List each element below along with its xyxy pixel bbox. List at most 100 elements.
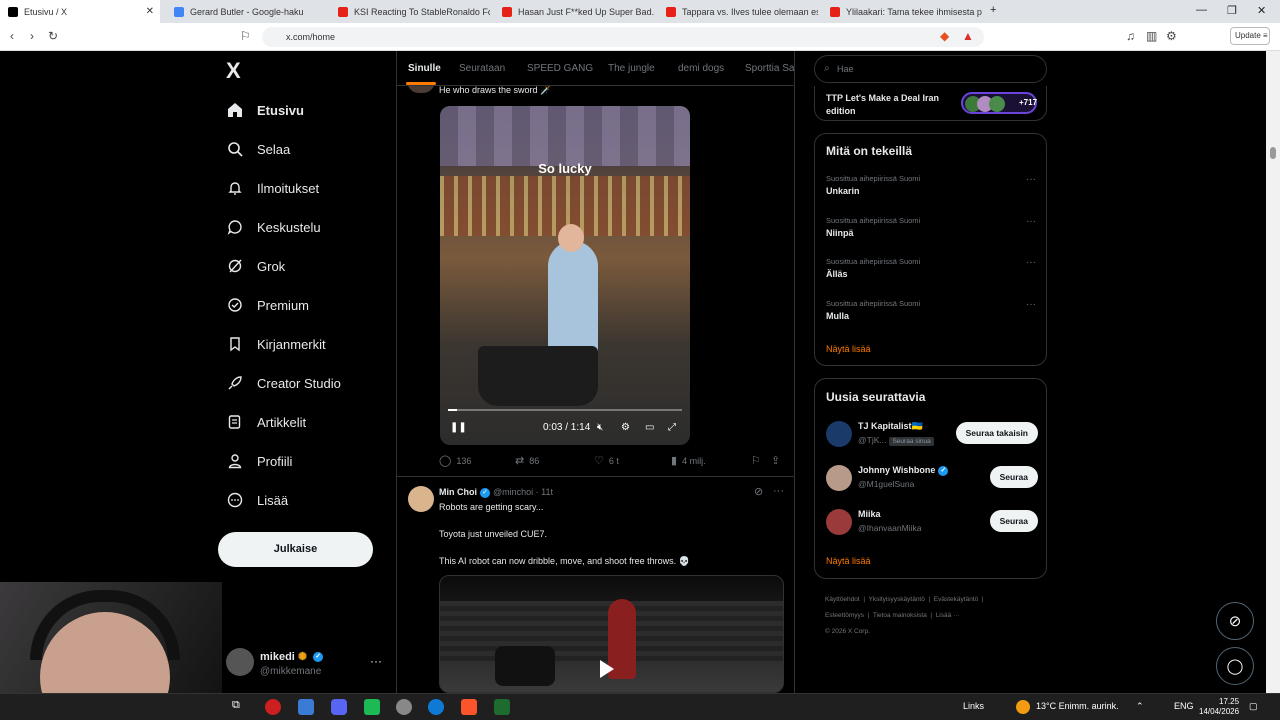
show-more-link[interactable]: Näytä lisää xyxy=(826,556,871,566)
weather-text[interactable]: 13°C Enimm. aurink. xyxy=(1036,701,1119,711)
forward-icon[interactable]: › xyxy=(30,29,34,43)
tab-speed-gang[interactable]: SPEED GANG xyxy=(527,63,593,74)
footer-link[interactable]: Yksityisyyskäytäntö xyxy=(869,596,925,603)
share-button[interactable]: ⇪ xyxy=(771,454,785,467)
more-dots-icon[interactable]: ··· xyxy=(1026,299,1036,310)
sidebar-item-chat[interactable]: Keskustelu xyxy=(226,214,321,240)
minimize-icon[interactable]: — xyxy=(1196,4,1207,16)
tray-chevron-icon[interactable]: ⌃ xyxy=(1136,701,1144,712)
trend-item[interactable]: Suosittua aihepiirissä Suomi Niinpä ··· xyxy=(826,216,1036,238)
more-dots-icon[interactable]: ··· xyxy=(1026,216,1036,227)
sidebar-item-creator-studio[interactable]: Creator Studio xyxy=(226,370,341,396)
more-dots-icon[interactable]: ··· xyxy=(1026,257,1036,268)
app-icon[interactable] xyxy=(494,699,510,715)
music-icon[interactable]: ♫ xyxy=(1126,29,1135,43)
browser-tab[interactable]: Hasan Just F**ked Up Super Bad... xyxy=(494,0,654,23)
footer-link[interactable]: Käyttöehdot xyxy=(825,596,860,603)
pip-icon[interactable]: ▭ xyxy=(645,422,654,433)
sidebar-icon[interactable]: ▥ xyxy=(1146,29,1157,43)
video-player[interactable]: So lucky ❚❚ 0:03 / 1:14 🔇︎ ⚙ ▭ ⤢ xyxy=(440,106,690,445)
author-handle[interactable]: @minchoi xyxy=(493,487,533,497)
task-view-icon[interactable]: ⧉ xyxy=(232,699,248,715)
links-toolbar[interactable]: Links xyxy=(963,701,984,711)
views-button[interactable]: ▮ 4 milj. xyxy=(671,454,706,467)
scrollbar-thumb[interactable] xyxy=(1270,147,1276,159)
tab-demi-dogs[interactable]: demi dogs xyxy=(678,63,724,74)
sidebar-item-bookmarks[interactable]: Kirjanmerkit xyxy=(226,331,326,357)
sidebar-item-home[interactable]: Etusivu xyxy=(226,97,304,123)
app-icon[interactable] xyxy=(364,699,380,715)
more-dots-icon[interactable]: ··· xyxy=(370,654,382,668)
browser-tab[interactable]: KSI Reacting To StableRonaldo For 3... xyxy=(330,0,490,23)
discord-icon[interactable] xyxy=(331,699,347,715)
video-progress-bar[interactable] xyxy=(448,409,682,411)
brave-shield-icon[interactable]: ◆ xyxy=(940,29,949,43)
more-dots-icon[interactable]: ··· xyxy=(1026,174,1036,185)
repost-button[interactable]: ⇄ 86 xyxy=(515,454,539,467)
browser-tab-active[interactable]: Etusivu / X ✕ xyxy=(0,0,160,23)
new-tab-icon[interactable]: + xyxy=(990,4,996,16)
close-tab-icon[interactable]: ✕ xyxy=(146,6,154,17)
edge-icon[interactable] xyxy=(428,699,444,715)
tab-following[interactable]: Seurataan xyxy=(459,63,505,74)
grok-fab-icon[interactable]: ⊘ xyxy=(1216,602,1254,640)
opera-icon[interactable] xyxy=(265,699,281,715)
messages-fab-icon[interactable]: ◯ xyxy=(1216,647,1254,685)
follow-button[interactable]: Seuraa xyxy=(989,466,1038,488)
mute-icon[interactable]: 🔇︎ xyxy=(597,422,603,433)
language-indicator[interactable]: ENG xyxy=(1174,701,1194,711)
like-button[interactable]: ♡ 6 t xyxy=(594,454,619,467)
space-listeners-pill[interactable]: +717 xyxy=(961,92,1037,114)
sidebar-item-premium[interactable]: Premium xyxy=(226,292,309,318)
sidebar-item-articles[interactable]: Artikkelit xyxy=(226,409,306,435)
update-button[interactable]: Update ≡ xyxy=(1230,27,1270,45)
tweet-time[interactable]: · 11t xyxy=(536,487,553,497)
sidebar-item-profile[interactable]: Profiili xyxy=(226,448,292,474)
browser-tab[interactable]: Tappara vs. Ilves tulee olemaan espp... xyxy=(658,0,818,23)
clock[interactable]: 17.25 14/04/2026 xyxy=(1199,697,1239,717)
play-icon[interactable] xyxy=(600,660,614,678)
rewards-icon[interactable]: ▲ xyxy=(962,29,974,43)
sidebar-item-grok[interactable]: Grok xyxy=(226,253,285,279)
sidebar-item-notifications[interactable]: Ilmoitukset xyxy=(226,175,319,201)
footer-link[interactable]: Esteettömyys xyxy=(825,612,864,619)
follow-back-button[interactable]: Seuraa takaisin xyxy=(955,422,1038,444)
trend-item[interactable]: Suosittua aihepiirissä Suomi Unkarin ··· xyxy=(826,174,1036,196)
footer-link[interactable]: Lisää ··· xyxy=(936,612,960,619)
maximize-icon[interactable]: ❐ xyxy=(1227,4,1237,17)
post-button[interactable]: Julkaise xyxy=(218,532,373,567)
tab-for-you[interactable]: Sinulle xyxy=(408,63,441,74)
settings-icon[interactable]: ⚙ xyxy=(621,422,630,433)
browser-tab[interactable]: Gerard Butler - Google-haku xyxy=(166,0,326,23)
page-scrollbar[interactable] xyxy=(1266,51,1280,693)
spaces-card[interactable]: TTP Let's Make a Deal Iran edition +717 xyxy=(814,86,1047,121)
follow-suggestion[interactable]: Miika @IhanvaanMiika Seuraa xyxy=(826,507,1038,537)
sidebar-item-more[interactable]: Lisää xyxy=(226,487,288,513)
app-icon[interactable] xyxy=(298,699,314,715)
search-input[interactable]: ⌕ Hae xyxy=(814,55,1047,83)
author-name[interactable]: Min Choi xyxy=(439,487,477,497)
trend-item[interactable]: Suosittua aihepiirissä Suomi Mulla ··· xyxy=(826,299,1036,321)
browser-tab[interactable]: Ylilaakari: Tama tekee ihmisesta paha... xyxy=(822,0,982,23)
extensions-icon[interactable]: ⚙ xyxy=(1166,29,1177,43)
follow-button[interactable]: Seuraa xyxy=(989,510,1038,532)
reply-button[interactable]: ◯ 136 xyxy=(439,454,471,467)
reload-icon[interactable]: ↻ xyxy=(48,29,58,43)
bookmark-page-icon[interactable]: ⚐ xyxy=(240,29,251,43)
video-player[interactable] xyxy=(439,575,784,693)
sidebar-item-explore[interactable]: Selaa xyxy=(226,136,290,162)
notification-icon[interactable]: ▢ xyxy=(1249,701,1258,712)
x-logo[interactable]: X xyxy=(226,58,241,84)
grok-icon[interactable]: ⊘ xyxy=(754,485,763,498)
close-window-icon[interactable]: ✕ xyxy=(1257,4,1266,17)
follow-suggestion[interactable]: TJ Kapitalist🇺🇦 @TjK... Seuraa sinua Seur… xyxy=(826,419,1038,449)
back-icon[interactable]: ‹ xyxy=(10,29,14,43)
show-more-link[interactable]: Näytä lisää xyxy=(826,344,871,354)
footer-link[interactable]: Evästekäytäntö xyxy=(934,596,978,603)
tab-sporttia[interactable]: Sporttia Sa xyxy=(745,63,794,74)
fullscreen-icon[interactable]: ⤢ xyxy=(668,422,676,433)
app-icon[interactable] xyxy=(396,699,412,715)
tab-the-jungle[interactable]: The jungle xyxy=(608,63,655,74)
brave-icon[interactable] xyxy=(461,699,477,715)
account-switcher[interactable]: mikedi ✺ ✓ @mikkemane ··· xyxy=(226,646,386,682)
